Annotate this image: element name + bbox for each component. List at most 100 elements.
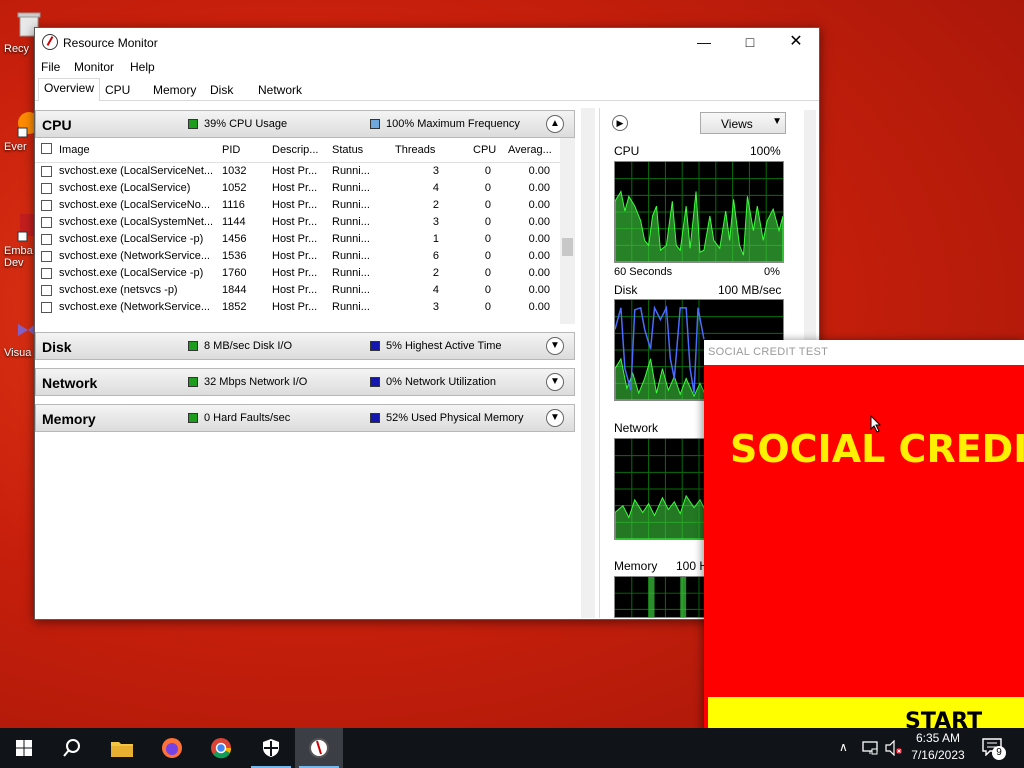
resource-monitor-window: Resource Monitor — □ ✕ File Monitor Help… xyxy=(34,27,820,620)
row-checkbox[interactable] xyxy=(41,166,52,177)
expand-chevron-down-icon[interactable]: ▼ xyxy=(546,409,564,427)
cpu-usage-legend-swatch xyxy=(188,119,198,129)
menu-help[interactable]: Help xyxy=(130,60,155,74)
cell-average: 0.00 xyxy=(528,165,550,177)
cell-average: 0.00 xyxy=(528,284,550,296)
minimize-button[interactable]: — xyxy=(681,28,727,58)
column-header-status[interactable]: Status xyxy=(332,144,363,156)
menu-file[interactable]: File xyxy=(41,60,60,74)
memory-faults-legend-swatch xyxy=(188,413,198,423)
table-row[interactable]: svchost.exe (NetworkService... 1536 Host P… xyxy=(35,248,560,265)
network-util-text: 0% Network Utilization xyxy=(386,376,497,388)
cell-threads: 2 xyxy=(432,267,439,279)
left-pane-scrollbar[interactable] xyxy=(581,108,595,618)
table-row[interactable]: svchost.exe (LocalService) 1052 Host Pr...… xyxy=(35,180,560,197)
social-credit-window-title: SOCIAL CREDIT TEST xyxy=(708,346,829,358)
chrome-button[interactable] xyxy=(197,728,245,768)
network-section-header[interactable]: Network 32 Mbps Network I/O 0% Network U… xyxy=(35,368,575,396)
table-row[interactable]: svchost.exe (LocalServiceNet... 1032 Host … xyxy=(35,163,560,180)
views-dropdown[interactable]: Views ▼ xyxy=(700,112,786,134)
network-graph-label: Network xyxy=(614,421,659,435)
memory-used-legend-swatch xyxy=(370,413,380,423)
table-row[interactable]: svchost.exe (LocalService -p) 1760 Host Pr… xyxy=(35,265,560,282)
table-row[interactable]: svchost.exe (netsvcs -p) 1844 Host Pr... Ru… xyxy=(35,282,560,299)
column-header-average[interactable]: Averag... xyxy=(508,144,552,156)
cell-threads: 3 xyxy=(432,216,439,228)
cell-cpu: 0 xyxy=(484,267,491,279)
cell-status: Runni... xyxy=(332,199,370,211)
cell-description: Host Pr... xyxy=(272,182,318,194)
cell-image: svchost.exe (NetworkService... xyxy=(59,250,210,262)
resource-monitor-taskbar-button[interactable] xyxy=(295,728,343,768)
tab-overview[interactable]: Overview xyxy=(38,78,101,101)
cell-cpu: 0 xyxy=(484,165,491,177)
maximize-button[interactable]: □ xyxy=(727,28,773,58)
close-button[interactable]: ✕ xyxy=(773,28,819,58)
cell-image: svchost.exe (LocalServiceNo... xyxy=(59,199,211,211)
mouse-cursor-icon xyxy=(870,415,882,433)
windows-start-button[interactable] xyxy=(0,728,48,768)
expand-chevron-down-icon[interactable]: ▼ xyxy=(546,337,564,355)
title-bar[interactable]: Resource Monitor — □ ✕ xyxy=(35,28,819,58)
table-scrollbar[interactable] xyxy=(560,138,575,324)
cell-image: svchost.exe (netsvcs -p) xyxy=(59,284,178,296)
column-header-cpu[interactable]: CPU xyxy=(473,144,496,156)
row-checkbox[interactable] xyxy=(41,268,52,279)
menu-monitor[interactable]: Monitor xyxy=(74,60,114,74)
security-shield-icon xyxy=(263,739,279,757)
column-header-description[interactable]: Descrip... xyxy=(272,144,318,156)
notification-center-button[interactable]: 9 xyxy=(982,738,1006,760)
tab-network[interactable]: Network xyxy=(252,80,308,99)
disk-active-legend-swatch xyxy=(370,341,380,351)
volume-muted-icon[interactable] xyxy=(885,740,903,756)
tab-cpu[interactable]: CPU xyxy=(99,80,136,99)
cell-description: Host Pr... xyxy=(272,250,318,262)
dropdown-arrow-icon: ▼ xyxy=(772,116,782,127)
clock[interactable]: 6:35 AM 7/16/2023 xyxy=(906,731,970,762)
chrome-icon xyxy=(211,738,232,759)
expand-chevron-down-icon[interactable]: ▼ xyxy=(546,373,564,391)
cpu-section-header[interactable]: CPU 39% CPU Usage 100% Maximum Frequency… xyxy=(35,110,575,138)
file-explorer-button[interactable] xyxy=(98,728,146,768)
table-row[interactable]: svchost.exe (LocalServiceNo... 1116 Host P… xyxy=(35,197,560,214)
table-row[interactable]: svchost.exe (LocalSystemNet... 1144 Host P… xyxy=(35,214,560,231)
disk-graph-label: Disk xyxy=(614,283,638,297)
cell-threads: 1 xyxy=(432,233,439,245)
cpu-frequency-legend-swatch xyxy=(370,119,380,129)
table-row[interactable]: svchost.exe (LocalService -p) 1456 Host Pr… xyxy=(35,231,560,248)
disk-section-title: Disk xyxy=(42,339,72,355)
cell-description: Host Pr... xyxy=(272,301,318,313)
expand-arrow-icon[interactable]: ▶ xyxy=(612,115,628,131)
row-checkbox[interactable] xyxy=(41,217,52,228)
cell-cpu: 0 xyxy=(484,301,491,313)
search-button[interactable] xyxy=(48,728,96,768)
network-util-legend-swatch xyxy=(370,377,380,387)
memory-faults-text: 0 Hard Faults/sec xyxy=(204,412,291,424)
security-button[interactable] xyxy=(247,728,295,768)
row-checkbox[interactable] xyxy=(41,183,52,194)
cell-threads: 6 xyxy=(432,250,439,262)
row-checkbox[interactable] xyxy=(41,285,52,296)
select-all-checkbox[interactable] xyxy=(41,143,52,154)
row-checkbox[interactable] xyxy=(41,200,52,211)
tab-disk[interactable]: Disk xyxy=(204,80,239,99)
collapse-chevron-up-icon[interactable]: ▲ xyxy=(546,115,564,133)
table-row[interactable]: svchost.exe (NetworkService... 1852 Host P… xyxy=(35,299,560,316)
tab-memory[interactable]: Memory xyxy=(147,80,202,99)
column-header-image[interactable]: Image xyxy=(59,144,90,156)
windows-start-icon xyxy=(16,740,32,756)
window-title: Resource Monitor xyxy=(63,36,158,50)
row-checkbox[interactable] xyxy=(41,234,52,245)
network-icon[interactable] xyxy=(862,741,878,755)
show-hidden-icons-chevron-icon[interactable]: ∧ xyxy=(839,740,848,754)
scrollbar-thumb[interactable] xyxy=(562,238,573,256)
column-header-pid[interactable]: PID xyxy=(222,144,240,156)
column-header-threads[interactable]: Threads xyxy=(395,144,435,156)
row-checkbox[interactable] xyxy=(41,302,52,313)
disk-section-header[interactable]: Disk 8 MB/sec Disk I/O 5% Highest Active… xyxy=(35,332,575,360)
row-checkbox[interactable] xyxy=(41,251,52,262)
memory-section-header[interactable]: Memory 0 Hard Faults/sec 52% Used Physic… xyxy=(35,404,575,432)
cell-pid: 1852 xyxy=(222,301,247,313)
firefox-button[interactable] xyxy=(148,728,196,768)
cell-threads: 4 xyxy=(432,284,439,296)
